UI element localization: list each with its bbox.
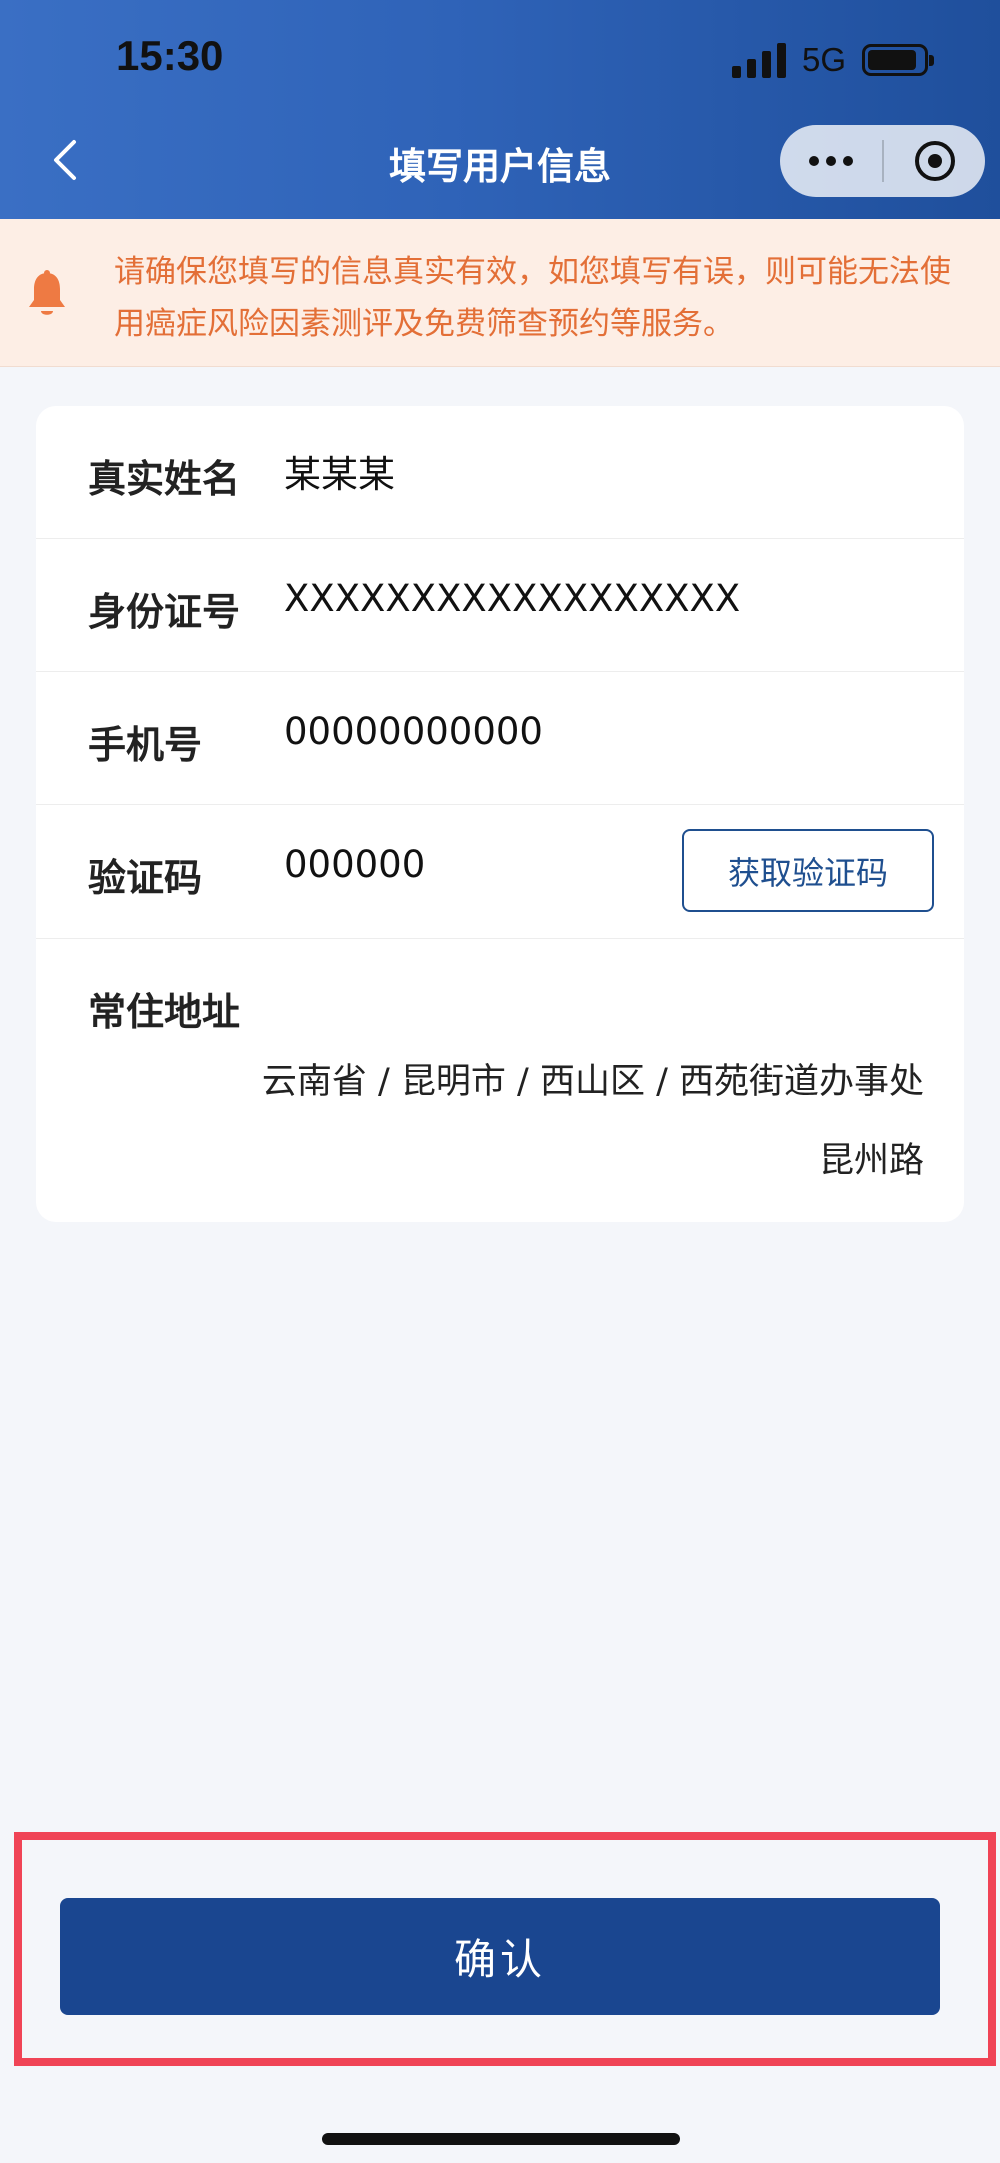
notice-text: 请确保您填写的信息真实有效，如您填写有误，则可能无法使用癌症风险因素测评及免费筛… — [114, 254, 951, 342]
form-row-phone: 手机号 00000000000 — [36, 672, 964, 805]
close-button[interactable] — [884, 125, 985, 197]
target-icon — [914, 141, 955, 181]
code-label: 验证码 — [88, 856, 203, 900]
more-dots-icon — [809, 156, 819, 166]
confirm-button[interactable]: 确认 — [60, 1898, 940, 2015]
code-input[interactable]: 000000 — [284, 843, 425, 886]
user-info-form: 真实姓名 某某某 身份证号 XXXXXXXXXXXXXXXXXX 手机号 000… — [36, 406, 964, 1222]
network-label: 5G — [801, 41, 846, 78]
bell-icon — [29, 270, 65, 315]
phone-input[interactable]: 00000000000 — [284, 710, 543, 753]
status-time: 15:30 — [116, 32, 224, 79]
address-label: 常住地址 — [88, 990, 241, 1034]
home-indicator — [322, 2133, 680, 2145]
id-card-label: 身份证号 — [88, 590, 241, 634]
address-detail[interactable]: 昆州路 — [819, 1132, 924, 1183]
more-button[interactable] — [780, 125, 882, 197]
battery-icon — [862, 44, 934, 76]
form-row-id: 身份证号 XXXXXXXXXXXXXXXXXX — [36, 539, 964, 672]
get-code-button[interactable]: 获取验证码 — [682, 829, 934, 912]
mini-program-capsule — [780, 125, 985, 197]
name-input[interactable]: 某某某 — [284, 444, 395, 498]
address-region[interactable]: 云南省 / 昆明市 / 西山区 / 西苑街道办事处 — [262, 1053, 924, 1104]
id-card-input[interactable]: XXXXXXXXXXXXXXXXXX — [284, 577, 740, 620]
form-row-name: 真实姓名 某某某 — [36, 406, 964, 539]
form-row-address[interactable]: 常住地址 云南省 / 昆明市 / 西山区 / 西苑街道办事处 昆州路 — [36, 939, 964, 1222]
signal-icon — [731, 42, 786, 78]
status-indicators: 5G — [731, 40, 934, 80]
name-label: 真实姓名 — [88, 457, 241, 501]
form-row-code: 验证码 000000 获取验证码 — [36, 805, 964, 939]
phone-label: 手机号 — [88, 723, 203, 767]
